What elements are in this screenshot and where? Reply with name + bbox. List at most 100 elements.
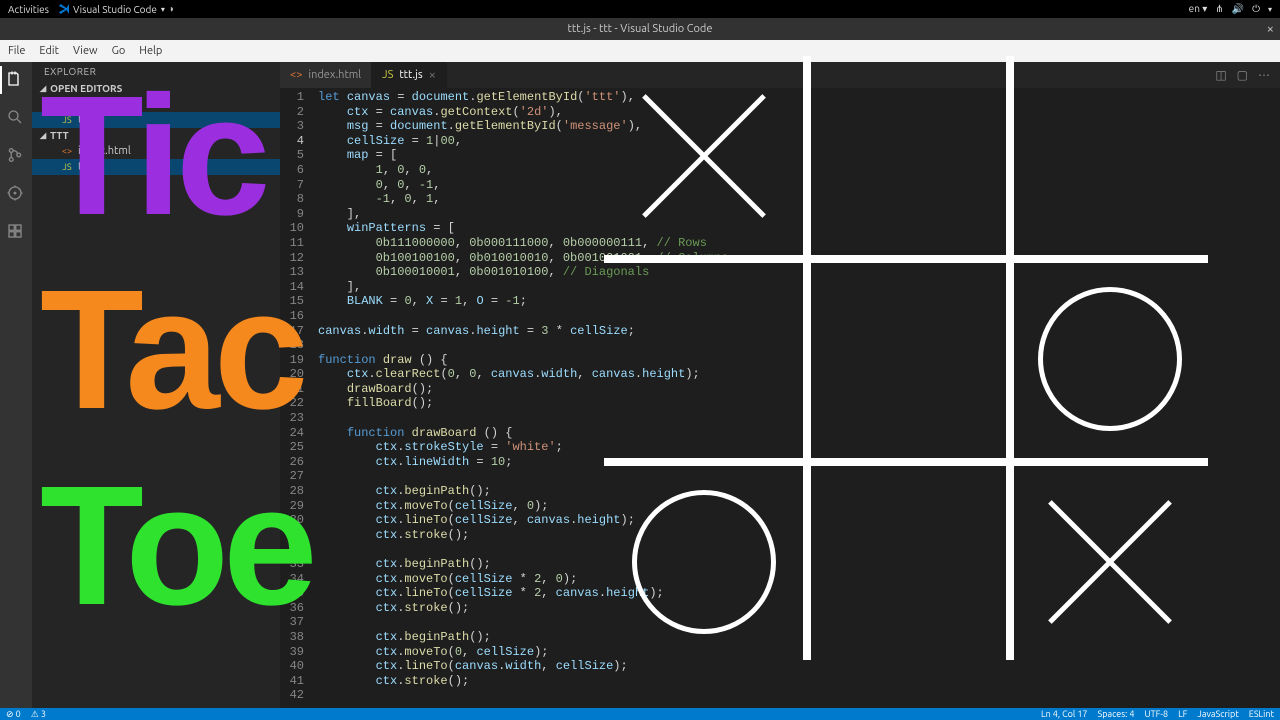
code-line-37[interactable] — [318, 615, 1272, 630]
code-line-26[interactable]: ctx.lineWidth = 10; — [318, 455, 1272, 470]
code-line-21[interactable]: drawBoard(); — [318, 382, 1272, 397]
chevron-down-icon: ▾ — [1268, 5, 1272, 14]
more-icon[interactable]: ⋯ — [1258, 68, 1270, 82]
language-status[interactable]: JavaScript — [1197, 709, 1238, 719]
code-line-17[interactable]: canvas.width = canvas.height = 3 * cellS… — [318, 324, 1272, 339]
code-line-41[interactable]: ctx.stroke(); — [318, 674, 1272, 689]
volume-icon[interactable]: 🔊 — [1232, 3, 1244, 15]
file-ext-icon: JS — [382, 69, 393, 81]
activity-bar — [0, 62, 32, 708]
close-tab-icon[interactable]: × — [429, 68, 436, 82]
encoding-status[interactable]: UTF-8 — [1145, 709, 1169, 719]
code-line-30[interactable]: ctx.lineTo(cellSize, canvas.height); — [318, 513, 1272, 528]
code-line-25[interactable]: ctx.strokeStyle = 'white'; — [318, 440, 1272, 455]
explorer-activity-icon[interactable] — [6, 70, 26, 90]
code-line-38[interactable]: ctx.beginPath(); — [318, 630, 1272, 645]
open-editors-section[interactable]: ◢ OPEN EDITORS — [32, 81, 280, 96]
code-line-32[interactable] — [318, 542, 1272, 557]
code-line-35[interactable]: ctx.lineTo(cellSize * 2, canvas.height); — [318, 586, 1272, 601]
code-line-40[interactable]: ctx.lineTo(canvas.width, cellSize); — [318, 659, 1272, 674]
power-icon[interactable]: ⏻ — [1252, 3, 1260, 15]
code-line-3[interactable]: msg = document.getElementById('message')… — [318, 119, 1272, 134]
code-line-42[interactable] — [318, 688, 1272, 703]
tab-bar: <>index.htmlJSttt.js× ◫ ▢ ⋯ — [280, 62, 1280, 88]
search-activity-icon[interactable] — [6, 108, 26, 128]
file-item-index-html[interactable]: <>index.html — [32, 96, 280, 112]
menu-bar: File Edit View Go Help — [0, 40, 1280, 62]
cursor-position[interactable]: Ln 4, Col 17 — [1041, 709, 1087, 719]
indentation-status[interactable]: Spaces: 4 — [1098, 709, 1135, 719]
lang-indicator[interactable]: en ▾ — [1189, 3, 1208, 15]
code-line-18[interactable] — [318, 338, 1272, 353]
code-line-4[interactable]: cellSize = 1|00, — [318, 134, 1272, 149]
network-icon[interactable]: ⋔ — [1215, 3, 1223, 15]
app-indicator[interactable]: Visual Studio Code ▾ ◗ — [59, 3, 175, 15]
menu-go[interactable]: Go — [112, 45, 126, 57]
code-editor[interactable]: 1234567891011121314151617181920212223242… — [280, 88, 1280, 708]
menu-help[interactable]: Help — [139, 45, 162, 57]
file-ext-icon: JS — [60, 162, 74, 172]
file-ext-icon: <> — [60, 146, 74, 156]
line-numbers-gutter: 1234567891011121314151617181920212223242… — [280, 88, 310, 708]
code-line-22[interactable]: fillBoard(); — [318, 396, 1272, 411]
chevron-down-icon: ▾ — [161, 5, 165, 14]
code-content[interactable]: let canvas = document.getElementById('tt… — [310, 88, 1280, 708]
code-line-13[interactable]: 0b100010001, 0b001010100, // Diagonals — [318, 265, 1272, 280]
code-line-5[interactable]: map = [ — [318, 148, 1272, 163]
explorer-title: EXPLORER — [32, 62, 280, 81]
code-line-2[interactable]: ctx = canvas.getContext('2d'), — [318, 105, 1272, 120]
split-editor-icon[interactable]: ◫ — [1215, 68, 1226, 82]
code-line-34[interactable]: ctx.moveTo(cellSize * 2, 0); — [318, 572, 1272, 587]
file-ext-icon: <> — [60, 99, 74, 109]
tab-ttt-js[interactable]: JSttt.js× — [372, 62, 447, 88]
code-line-11[interactable]: 0b111000000, 0b000111000, 0b000000111, /… — [318, 236, 1272, 251]
code-line-10[interactable]: winPatterns = [ — [318, 221, 1272, 236]
project-section[interactable]: ◢ TTT — [32, 128, 280, 143]
code-line-36[interactable]: ctx.stroke(); — [318, 601, 1272, 616]
tab-index-html[interactable]: <>index.html — [280, 62, 372, 88]
code-line-23[interactable] — [318, 411, 1272, 426]
code-line-16[interactable] — [318, 309, 1272, 324]
window-close-button[interactable]: × — [1267, 22, 1274, 36]
code-line-1[interactable]: let canvas = document.getElementById('tt… — [318, 90, 1272, 105]
code-line-29[interactable]: ctx.moveTo(cellSize, 0); — [318, 499, 1272, 514]
extensions-activity-icon[interactable] — [6, 222, 26, 242]
code-line-19[interactable]: function draw () { — [318, 353, 1272, 368]
code-line-12[interactable]: 0b100100100, 0b010010010, 0b001001001, /… — [318, 251, 1272, 266]
debug-activity-icon[interactable] — [6, 184, 26, 204]
scm-activity-icon[interactable] — [6, 146, 26, 166]
status-bar: ⊘ 0 ⚠ 3 Ln 4, Col 17 Spaces: 4 UTF-8 LF … — [0, 708, 1280, 720]
warnings-status[interactable]: ⚠ 3 — [31, 709, 46, 720]
code-line-31[interactable]: ctx.stroke(); — [318, 528, 1272, 543]
file-item-index-html[interactable]: <>index.html — [32, 143, 280, 159]
chevron-down-icon: ◢ — [40, 84, 46, 93]
code-line-9[interactable]: ], — [318, 207, 1272, 222]
code-line-6[interactable]: 1, 0, 0, — [318, 163, 1272, 178]
file-item-ttt-js[interactable]: JSttt.js — [32, 112, 280, 128]
code-line-8[interactable]: -1, 0, 1, — [318, 192, 1272, 207]
lint-status[interactable]: ESLint — [1249, 709, 1274, 719]
code-line-24[interactable]: function drawBoard () { — [318, 426, 1272, 441]
eol-status[interactable]: LF — [1178, 709, 1187, 719]
file-ext-icon: JS — [60, 115, 74, 125]
code-line-15[interactable]: BLANK = 0, X = 1, O = -1; — [318, 294, 1272, 309]
recording-icon: ◗ — [169, 3, 175, 15]
menu-file[interactable]: File — [8, 45, 25, 57]
code-line-7[interactable]: 0, 0, -1, — [318, 178, 1272, 193]
menu-view[interactable]: View — [73, 45, 98, 57]
file-ext-icon: <> — [290, 69, 302, 81]
code-line-28[interactable]: ctx.beginPath(); — [318, 484, 1272, 499]
gnome-topbar: Activities Visual Studio Code ▾ ◗ en ▾ ⋔… — [0, 0, 1280, 18]
code-line-27[interactable] — [318, 469, 1272, 484]
file-item-ttt-js[interactable]: JSttt.js — [32, 159, 280, 175]
activities-button[interactable]: Activities — [8, 4, 49, 15]
code-line-39[interactable]: ctx.moveTo(0, cellSize); — [318, 645, 1272, 660]
explorer-sidebar: EXPLORER ◢ OPEN EDITORS <>index.htmlJStt… — [32, 62, 280, 708]
code-line-20[interactable]: ctx.clearRect(0, 0, canvas.width, canvas… — [318, 367, 1272, 382]
vscode-icon — [59, 4, 69, 14]
menu-edit[interactable]: Edit — [39, 45, 59, 57]
errors-status[interactable]: ⊘ 0 — [6, 709, 21, 720]
layout-icon[interactable]: ▢ — [1237, 68, 1248, 82]
code-line-33[interactable]: ctx.beginPath(); — [318, 557, 1272, 572]
code-line-14[interactable]: ], — [318, 280, 1272, 295]
